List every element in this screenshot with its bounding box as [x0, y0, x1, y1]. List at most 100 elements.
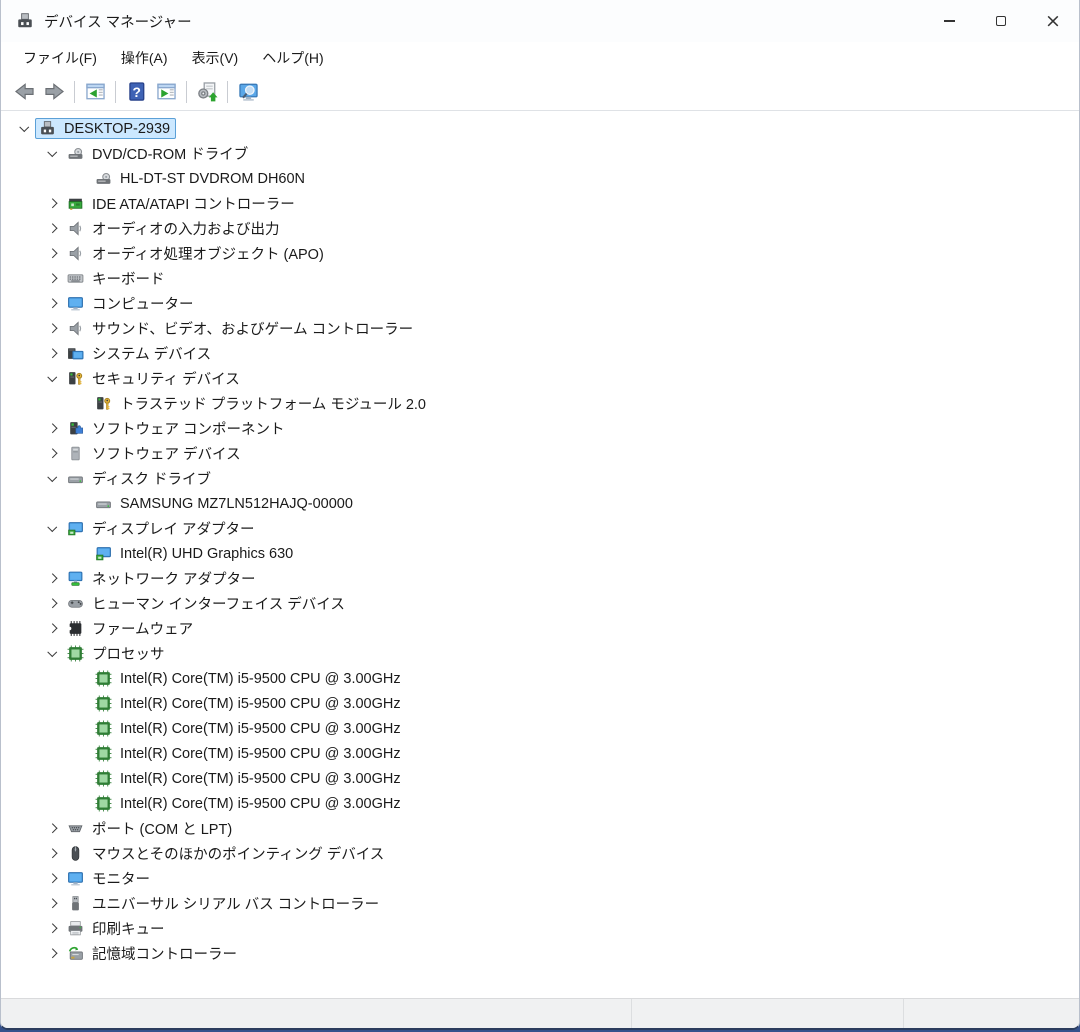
chevron-cell[interactable] — [41, 141, 63, 166]
node-body[interactable]: Intel(R) Core(TM) i5-9500 CPU @ 3.00GHz — [91, 668, 407, 689]
help-button[interactable]: ? — [121, 78, 151, 106]
tree-item[interactable]: Intel(R) Core(TM) i5-9500 CPU @ 3.00GHz — [1, 791, 1079, 816]
tree-item[interactable]: マウスとそのほかのポインティング デバイス — [1, 841, 1079, 866]
chevron-cell[interactable] — [41, 366, 63, 391]
node-body[interactable]: IDE ATA/ATAPI コントローラー — [63, 191, 301, 216]
node-body[interactable]: ディスプレイ アダプター — [63, 516, 261, 541]
tree-item[interactable]: モニター — [1, 866, 1079, 891]
chevron-cell[interactable] — [41, 616, 63, 641]
chevron-cell[interactable] — [41, 441, 63, 466]
chevron-cell[interactable] — [41, 241, 63, 266]
tree-item[interactable]: トラステッド プラットフォーム モジュール 2.0 — [1, 391, 1079, 416]
chevron-cell[interactable] — [41, 466, 63, 491]
node-body[interactable]: オーディオ処理オブジェクト (APO) — [63, 241, 330, 266]
scan-hardware-changes-button[interactable] — [192, 78, 222, 106]
back-button[interactable] — [9, 78, 39, 106]
tree-item[interactable]: ソフトウェア デバイス — [1, 441, 1079, 466]
chevron-cell[interactable] — [41, 516, 63, 541]
chevron-cell[interactable] — [41, 316, 63, 341]
node-body[interactable]: キーボード — [63, 266, 171, 291]
menu-action[interactable]: 操作(A) — [109, 44, 180, 72]
chevron-cell[interactable] — [41, 216, 63, 241]
node-body[interactable]: ソフトウェア コンポーネント — [63, 416, 291, 441]
node-body[interactable]: オーディオの入力および出力 — [63, 216, 285, 241]
tree-item[interactable]: Intel(R) Core(TM) i5-9500 CPU @ 3.00GHz — [1, 716, 1079, 741]
node-body[interactable]: Intel(R) Core(TM) i5-9500 CPU @ 3.00GHz — [91, 718, 407, 739]
tree-item[interactable]: ディスプレイ アダプター — [1, 516, 1079, 541]
tree-item[interactable]: Intel(R) Core(TM) i5-9500 CPU @ 3.00GHz — [1, 691, 1079, 716]
node-body[interactable]: 印刷キュー — [63, 916, 171, 941]
chevron-cell[interactable] — [41, 866, 63, 891]
tree-item[interactable]: 印刷キュー — [1, 916, 1079, 941]
node-body[interactable]: Intel(R) Core(TM) i5-9500 CPU @ 3.00GHz — [91, 793, 407, 814]
node-body[interactable]: ネットワーク アダプター — [63, 566, 262, 591]
tree-item[interactable]: SAMSUNG MZ7LN512HAJQ-00000 — [1, 491, 1079, 516]
node-body[interactable]: 記憶域コントローラー — [63, 941, 243, 966]
tree-item[interactable]: ポート (COM と LPT) — [1, 816, 1079, 841]
tree-item[interactable]: オーディオの入力および出力 — [1, 216, 1079, 241]
tree-item[interactable]: Intel(R) Core(TM) i5-9500 CPU @ 3.00GHz — [1, 666, 1079, 691]
tree-item[interactable]: DESKTOP-2939 — [1, 116, 1079, 141]
chevron-cell[interactable] — [41, 416, 63, 441]
selected-node[interactable]: DESKTOP-2939 — [35, 118, 177, 139]
tree-item[interactable]: ディスク ドライブ — [1, 466, 1079, 491]
node-body[interactable]: Intel(R) Core(TM) i5-9500 CPU @ 3.00GHz — [91, 743, 407, 764]
node-body[interactable]: ポート (COM と LPT) — [63, 816, 238, 841]
close-button[interactable]: × — [1027, 0, 1079, 42]
tree-item[interactable]: ネットワーク アダプター — [1, 566, 1079, 591]
chevron-cell[interactable] — [41, 291, 63, 316]
chevron-cell[interactable] — [41, 891, 63, 916]
tree-item[interactable]: サウンド、ビデオ、およびゲーム コントローラー — [1, 316, 1079, 341]
node-body[interactable]: プロセッサ — [63, 641, 171, 666]
menu-help[interactable]: ヘルプ(H) — [250, 44, 335, 72]
chevron-cell[interactable] — [41, 816, 63, 841]
node-body[interactable]: ファームウェア — [63, 616, 199, 641]
node-body[interactable]: サウンド、ビデオ、およびゲーム コントローラー — [63, 316, 419, 341]
node-body[interactable]: ヒューマン インターフェイス デバイス — [63, 591, 351, 616]
chevron-cell[interactable] — [13, 116, 35, 141]
menu-file[interactable]: ファイル(F) — [11, 44, 109, 72]
tree-item[interactable]: Intel(R) Core(TM) i5-9500 CPU @ 3.00GHz — [1, 766, 1079, 791]
node-body[interactable]: DVD/CD-ROM ドライブ — [63, 141, 254, 166]
chevron-cell[interactable] — [41, 266, 63, 291]
node-body[interactable]: ディスク ドライブ — [63, 466, 217, 491]
node-body[interactable]: コンピューター — [63, 291, 200, 316]
tree-item[interactable]: システム デバイス — [1, 341, 1079, 366]
tree-item[interactable]: コンピューター — [1, 291, 1079, 316]
tree-item[interactable]: キーボード — [1, 266, 1079, 291]
properties-button[interactable] — [151, 78, 181, 106]
node-body[interactable]: モニター — [63, 866, 156, 891]
menu-view[interactable]: 表示(V) — [180, 44, 251, 72]
maximize-button[interactable] — [975, 0, 1027, 42]
chevron-cell[interactable] — [41, 591, 63, 616]
node-body[interactable]: Intel(R) Core(TM) i5-9500 CPU @ 3.00GHz — [91, 693, 407, 714]
chevron-cell[interactable] — [41, 191, 63, 216]
tree-item[interactable]: ヒューマン インターフェイス デバイス — [1, 591, 1079, 616]
node-body[interactable]: マウスとそのほかのポインティング デバイス — [63, 841, 390, 866]
node-body[interactable]: Intel(R) UHD Graphics 630 — [91, 543, 299, 564]
chevron-cell[interactable] — [41, 341, 63, 366]
minimize-button[interactable] — [923, 0, 975, 42]
chevron-cell[interactable] — [41, 841, 63, 866]
tree-item[interactable]: DVD/CD-ROM ドライブ — [1, 141, 1079, 166]
tree-item[interactable]: オーディオ処理オブジェクト (APO) — [1, 241, 1079, 266]
node-body[interactable]: セキュリティ デバイス — [63, 366, 246, 391]
chevron-cell[interactable] — [41, 916, 63, 941]
tree-item[interactable]: IDE ATA/ATAPI コントローラー — [1, 191, 1079, 216]
tree-item[interactable]: ユニバーサル シリアル バス コントローラー — [1, 891, 1079, 916]
tree-item[interactable]: Intel(R) Core(TM) i5-9500 CPU @ 3.00GHz — [1, 741, 1079, 766]
node-body[interactable]: HL-DT-ST DVDROM DH60N — [91, 168, 311, 189]
tree-item[interactable]: ソフトウェア コンポーネント — [1, 416, 1079, 441]
tree-item[interactable]: 記憶域コントローラー — [1, 941, 1079, 966]
node-body[interactable]: トラステッド プラットフォーム モジュール 2.0 — [91, 391, 432, 416]
node-body[interactable]: Intel(R) Core(TM) i5-9500 CPU @ 3.00GHz — [91, 768, 407, 789]
device-search-button[interactable] — [233, 78, 263, 106]
tree-item[interactable]: Intel(R) UHD Graphics 630 — [1, 541, 1079, 566]
tree-item[interactable]: プロセッサ — [1, 641, 1079, 666]
forward-button[interactable] — [39, 78, 69, 106]
node-body[interactable]: ソフトウェア デバイス — [63, 441, 247, 466]
tree-item[interactable]: ファームウェア — [1, 616, 1079, 641]
chevron-cell[interactable] — [41, 566, 63, 591]
node-body[interactable]: システム デバイス — [63, 341, 217, 366]
node-body[interactable]: ユニバーサル シリアル バス コントローラー — [63, 891, 385, 916]
